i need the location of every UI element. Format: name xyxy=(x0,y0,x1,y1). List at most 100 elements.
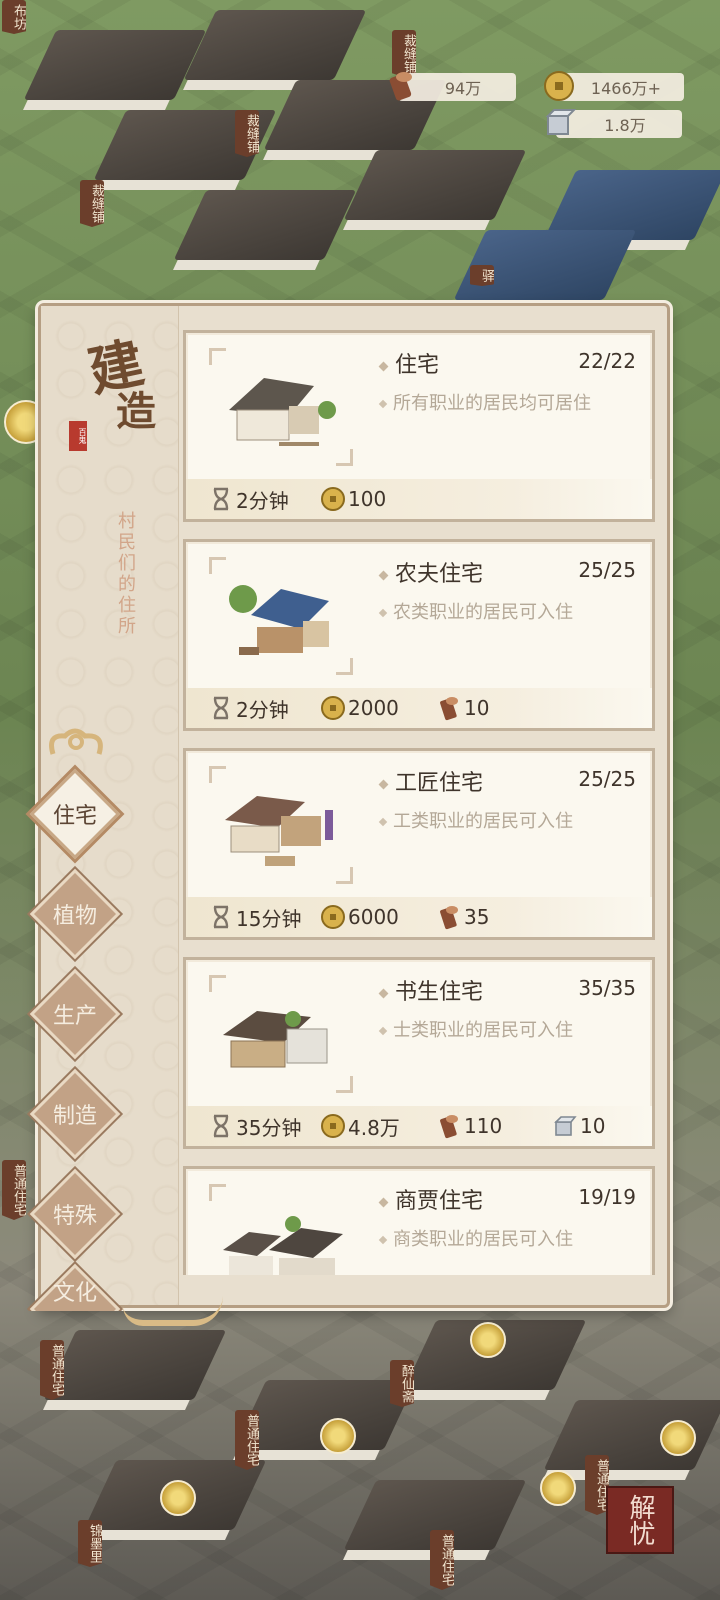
tab-label: 特殊 xyxy=(52,1204,97,1229)
coin-collect-icon[interactable] xyxy=(470,1322,506,1358)
time-value: 15分钟 xyxy=(236,906,302,931)
wood-log-icon xyxy=(440,697,458,721)
shop-sign[interactable]: 醉仙斋 xyxy=(390,1360,414,1407)
building-card-artisan-residence[interactable]: 工匠住宅 25/25 工类职业的居民可入住 15分钟 6000 35 xyxy=(183,748,655,940)
category-subtitle: 村民们的住所 xyxy=(115,511,136,637)
merchant-house-icon xyxy=(223,1216,343,1275)
cost-bar: 35分钟 4.8万 110 10 xyxy=(186,1106,652,1146)
build-time: 2分钟 xyxy=(208,485,289,514)
building-card-farmer-residence[interactable]: 农夫住宅 25/25 农类职业的居民可入住 2分钟 2000 10 xyxy=(183,539,655,731)
scholar-house-icon xyxy=(223,1011,328,1068)
building-description: 农类职业的居民可入住 xyxy=(380,598,573,624)
wood-log-icon xyxy=(440,1115,458,1139)
coin-cost-value: 6000 xyxy=(348,905,399,929)
build-time: 2分钟 xyxy=(208,694,289,723)
building-thumbnail xyxy=(208,974,354,1094)
wood-cost: 35 xyxy=(436,904,489,930)
tab-culture[interactable]: 文化 xyxy=(27,1261,123,1311)
building-count: 25/25 xyxy=(578,558,636,582)
building-list[interactable]: 住宅 22/22 所有职业的居民均可居住 2分钟 100 农夫住宅 25/25 … xyxy=(183,330,655,1275)
hourglass-icon xyxy=(213,696,229,720)
building-name: 住宅 xyxy=(380,347,439,379)
build-time: 35分钟 xyxy=(208,1112,301,1141)
coin-collect-icon[interactable] xyxy=(320,1418,356,1454)
cost-bar: 2分钟 100 xyxy=(186,479,652,519)
tab-label: 住宅 xyxy=(52,804,97,829)
stone-amount: 1.8万 xyxy=(604,116,646,135)
time-value: 2分钟 xyxy=(236,488,289,513)
hourglass-icon xyxy=(213,1114,229,1138)
building-description: 所有职业的居民均可居住 xyxy=(380,389,591,415)
time-value: 2分钟 xyxy=(236,697,289,722)
coin-cost-value: 4.8万 xyxy=(348,1115,400,1140)
building-thumbnail xyxy=(208,1183,354,1275)
hourglass-icon xyxy=(213,905,229,929)
workshop-icon xyxy=(225,796,333,866)
coin-resource[interactable]: 1466万+ xyxy=(544,71,684,101)
red-seal-stamp: 百鬼 xyxy=(69,421,87,451)
tab-special[interactable]: 特殊 xyxy=(27,1166,123,1262)
building-name: 工匠住宅 xyxy=(380,765,483,797)
building-description: 士类职业的居民可入住 xyxy=(380,1016,573,1042)
house-roof xyxy=(183,10,367,80)
shop-sign[interactable]: 裁缝铺 xyxy=(235,110,259,157)
wood-cost: 10 xyxy=(436,695,489,721)
shop-sign[interactable]: 裁缝铺 xyxy=(80,180,104,227)
wood-cost: 110 xyxy=(436,1113,502,1139)
shop-sign[interactable]: 锦墨里 xyxy=(78,1520,102,1567)
tab-manufacturing[interactable]: 制造 xyxy=(27,1066,123,1162)
building-count: 35/35 xyxy=(578,976,636,1000)
cost-bar: 2分钟 2000 10 xyxy=(186,688,652,728)
building-card-residence[interactable]: 住宅 22/22 所有职业的居民均可居住 2分钟 100 xyxy=(183,330,655,522)
building-card-merchant-residence[interactable]: 商贾住宅 19/19 商类职业的居民可入住 xyxy=(183,1166,655,1275)
house-roof xyxy=(23,30,207,100)
coin-collect-icon[interactable] xyxy=(540,1470,576,1506)
shop-sign[interactable]: 普通住宅 xyxy=(40,1340,64,1400)
coin-cost-value: 100 xyxy=(348,487,387,511)
tab-label: 植物 xyxy=(52,904,97,929)
wood-log-icon xyxy=(389,72,412,101)
cost-bar: 15分钟 6000 35 xyxy=(186,897,652,937)
building-description: 商类职业的居民可入住 xyxy=(380,1225,573,1251)
building-thumbnail xyxy=(208,556,354,676)
shop-sign[interactable]: 布坊 xyxy=(2,0,26,34)
house-roof xyxy=(173,190,357,260)
tab-production[interactable]: 生产 xyxy=(27,966,123,1062)
hourglass-icon xyxy=(213,487,229,511)
coin-cost: 4.8万 xyxy=(320,1112,400,1141)
coin-icon xyxy=(544,71,574,101)
coin-collect-icon[interactable] xyxy=(160,1480,196,1516)
stone-resource[interactable]: 1.8万 xyxy=(545,109,682,138)
building-thumbnail xyxy=(208,765,354,885)
wood-log-icon xyxy=(440,906,458,930)
building-count: 19/19 xyxy=(578,1185,636,1209)
coin-collect-icon[interactable] xyxy=(660,1420,696,1456)
building-card-scholar-residence[interactable]: 书生住宅 35/35 士类职业的居民可入住 35分钟 4.8万 110 10 xyxy=(183,957,655,1149)
jieyou-seal-button[interactable]: 解忧 xyxy=(606,1486,674,1554)
shop-sign[interactable]: 普通住宅 xyxy=(2,1160,26,1220)
building-count: 25/25 xyxy=(578,767,636,791)
building-count: 22/22 xyxy=(578,349,636,373)
shop-sign[interactable]: 普通住宅 xyxy=(235,1410,259,1470)
shop-sign[interactable]: 普通住宅 xyxy=(430,1530,454,1590)
building-description: 工类职业的居民可入住 xyxy=(380,807,573,833)
coin-icon xyxy=(321,696,345,720)
tab-label: 文化 xyxy=(52,1281,97,1306)
coin-icon xyxy=(321,905,345,929)
stone-cost: 10 xyxy=(552,1113,605,1139)
wood-cost-value: 35 xyxy=(464,905,490,929)
farmhouse-icon xyxy=(229,585,329,655)
time-value: 35分钟 xyxy=(236,1115,302,1140)
tab-plants[interactable]: 植物 xyxy=(27,866,123,962)
tab-residence[interactable]: 住宅 xyxy=(27,766,123,862)
category-sidebar: 建 造 百鬼 村民们的住所 住宅 植物 生产 制造 特殊 文化 xyxy=(29,306,179,1311)
wood-resource[interactable]: 94万 xyxy=(389,72,516,101)
build-panel: 建 造 百鬼 村民们的住所 住宅 植物 生产 制造 特殊 文化 住宅 22/22… xyxy=(29,303,670,1326)
coin-cost: 6000 xyxy=(320,904,399,930)
wood-amount: 94万 xyxy=(444,79,482,98)
shop-sign[interactable]: 驿 xyxy=(470,265,494,286)
title-glyph: 建 xyxy=(82,330,150,404)
coin-cost: 2000 xyxy=(320,695,399,721)
house-roof xyxy=(343,150,527,220)
building-name: 农夫住宅 xyxy=(380,556,483,588)
